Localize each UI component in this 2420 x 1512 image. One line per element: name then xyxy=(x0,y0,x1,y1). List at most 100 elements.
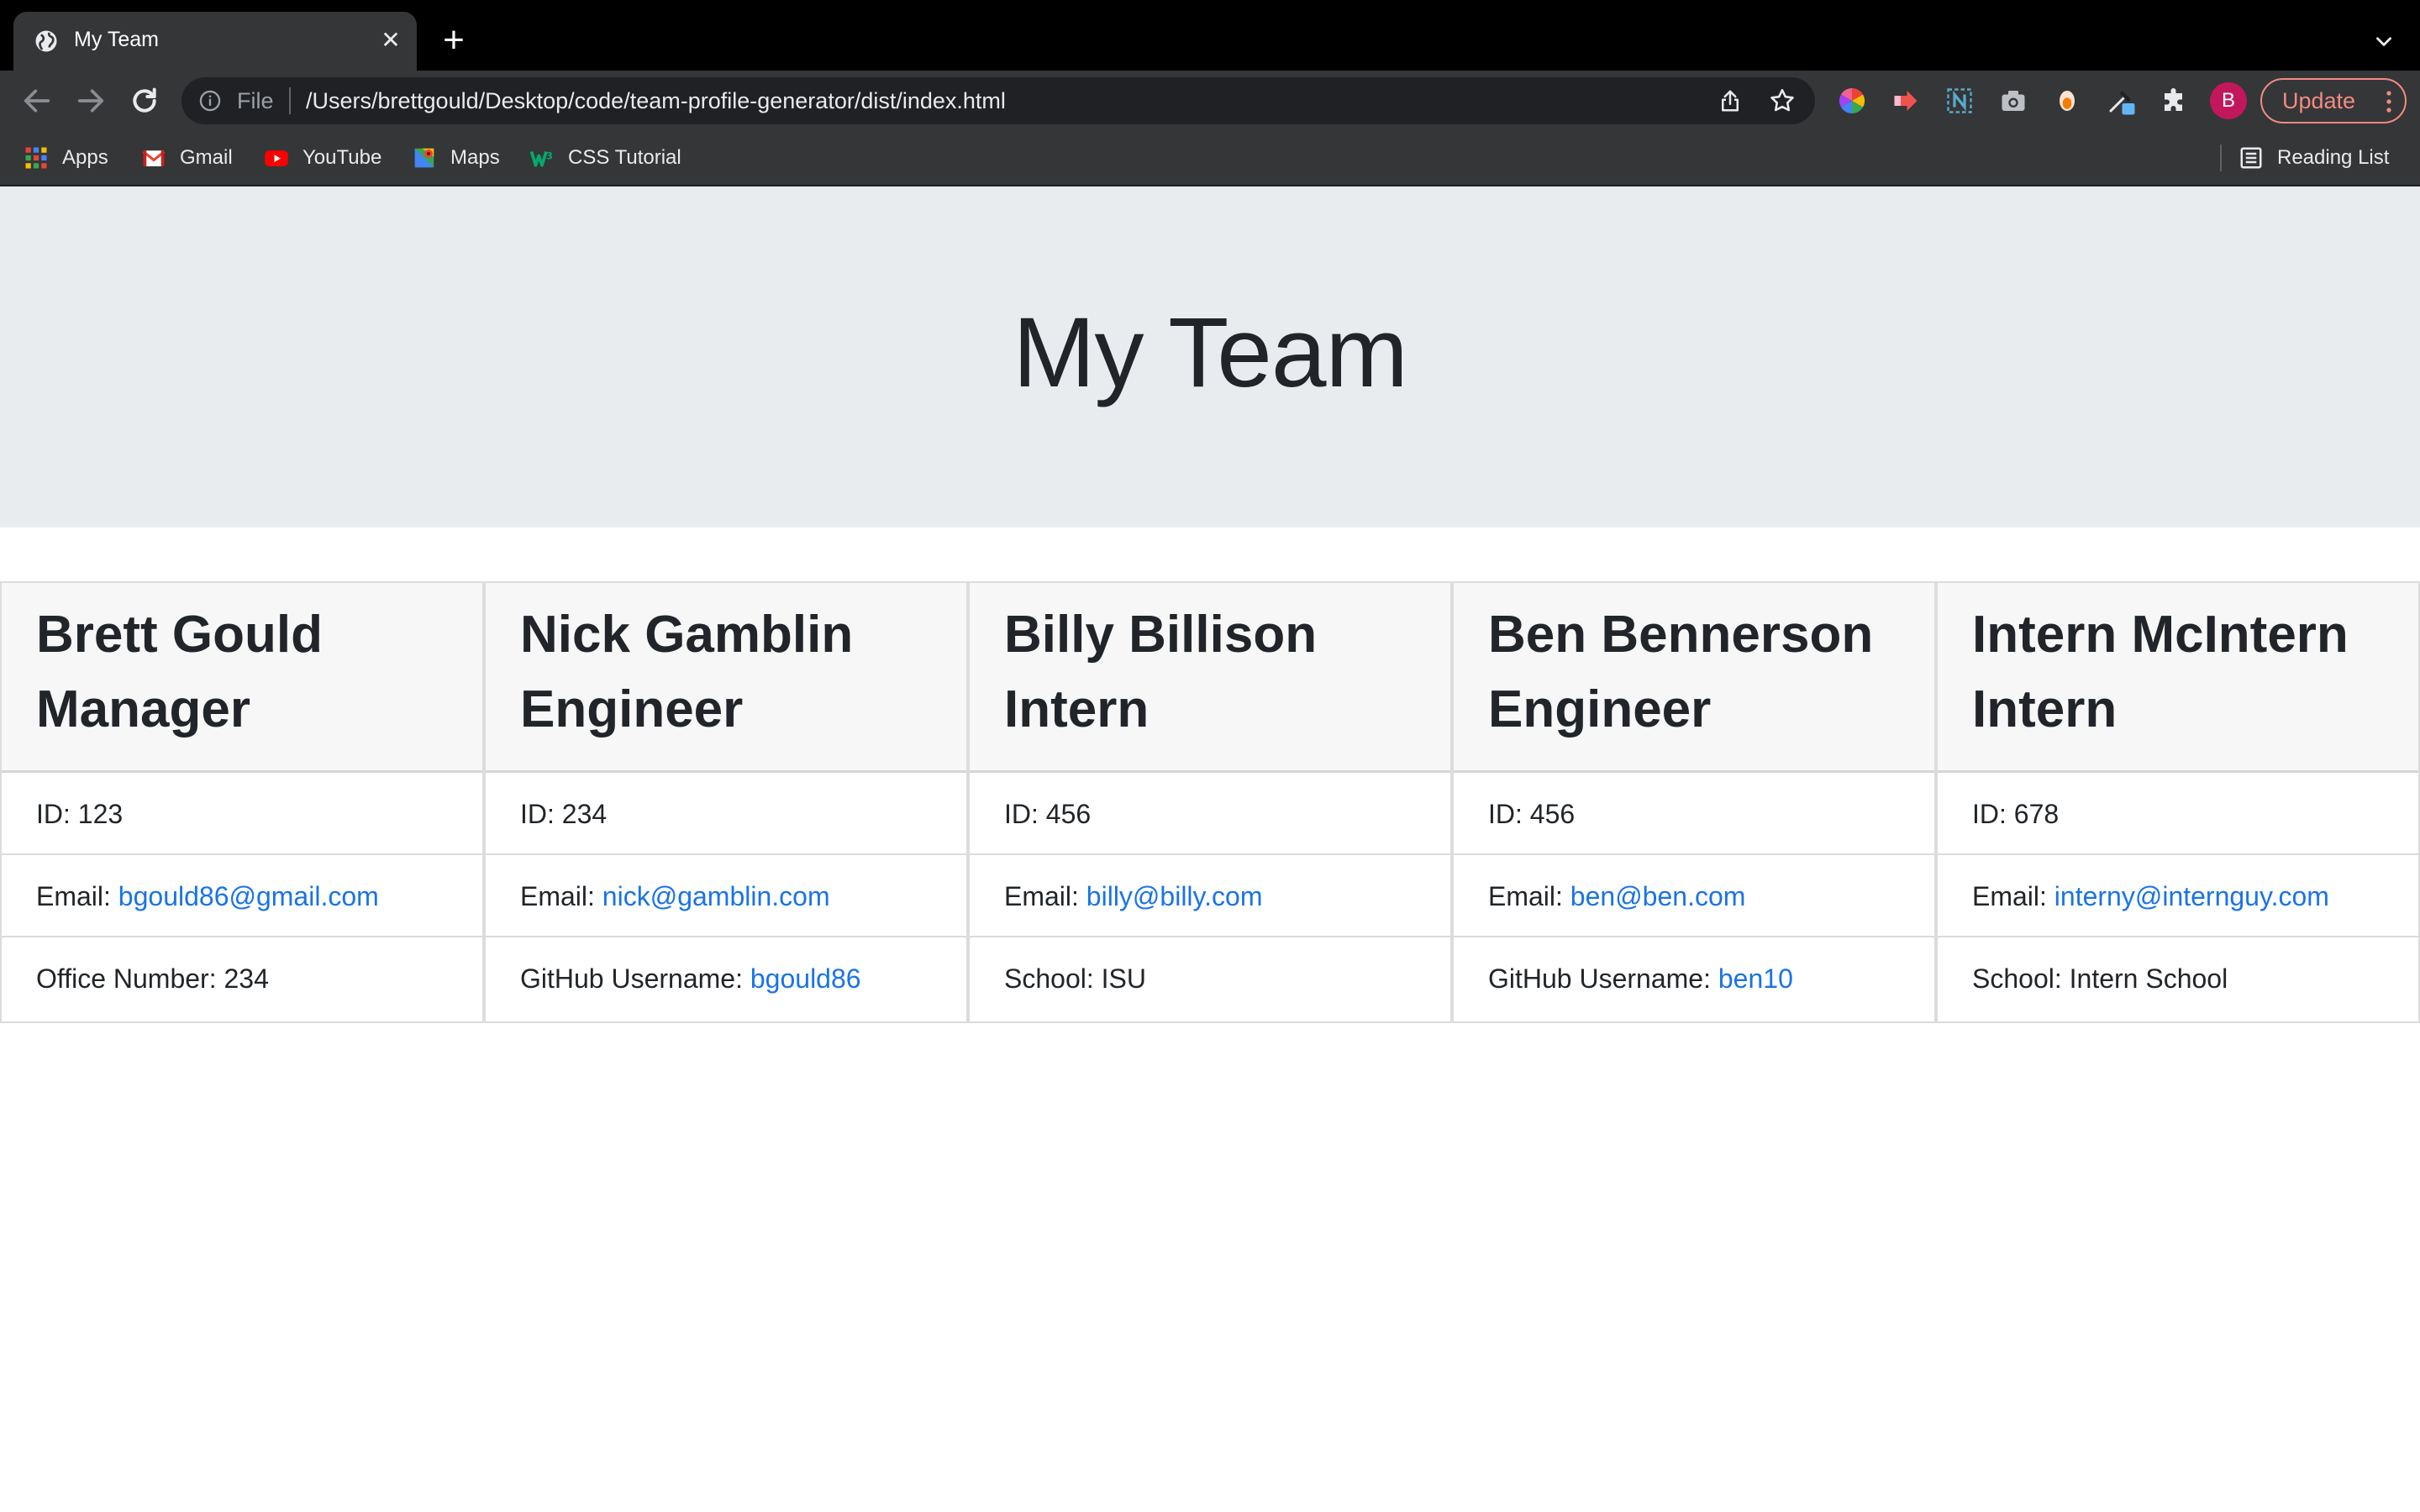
update-button[interactable]: Update xyxy=(2260,78,2407,123)
globe-icon xyxy=(35,30,57,52)
reading-list-label: Reading List xyxy=(2277,146,2390,169)
update-label: Update xyxy=(2282,88,2356,113)
employee-extra-row: School: ISU xyxy=(970,937,1450,1020)
profile-avatar[interactable]: B xyxy=(2210,82,2247,119)
share-icon[interactable] xyxy=(1718,87,1743,114)
jumbotron-header: My Team xyxy=(0,186,2420,528)
github-link[interactable]: bgould86 xyxy=(750,963,861,994)
email-link[interactable]: billy@billy.com xyxy=(1086,881,1263,911)
employee-extra-row: GitHub Username: ben10 xyxy=(1454,937,1934,1020)
employee-id-row: ID: 456 xyxy=(1454,773,1934,855)
employee-email-row: Email: interny@internguy.com xyxy=(1938,855,2418,937)
employee-email: Email: nick@gamblin.com xyxy=(520,881,830,912)
extra-label: Office Number: 234 xyxy=(36,963,269,994)
notion-extension-icon[interactable] xyxy=(1944,86,1975,116)
extra-label: GitHub Username: xyxy=(520,963,750,994)
email-label: Email: xyxy=(1488,881,1570,911)
employee-email: Email: ben@ben.com xyxy=(1488,881,1745,912)
employee-email-row: Email: bgould86@gmail.com xyxy=(2,855,482,937)
browser-tab-active[interactable]: My Team ✕ xyxy=(13,12,417,71)
school: School: ISU xyxy=(1004,963,1146,995)
employee-extra-row: GitHub Username: bgould86 xyxy=(486,937,966,1020)
email-link[interactable]: ben@ben.com xyxy=(1570,881,1746,911)
email-label: Email: xyxy=(1972,881,2054,911)
bookmark-gmail[interactable]: Gmail xyxy=(141,143,233,173)
employee-card: Ben Bennerson Engineer ID: 456 Email: be… xyxy=(1452,581,1936,1023)
eyedropper-extension-icon[interactable] xyxy=(2106,86,2136,116)
bookmark-star-icon[interactable] xyxy=(1768,87,1797,115)
bookmark-css-tutorial[interactable]: 3 CSS Tutorial xyxy=(529,143,681,173)
bookmark-maps[interactable]: Maps xyxy=(412,143,500,173)
forward-arrow-icon[interactable] xyxy=(74,84,108,118)
employee-email-row: Email: nick@gamblin.com xyxy=(486,855,966,937)
url-text[interactable]: /Users/brettgould/Desktop/code/team-prof… xyxy=(306,88,1006,114)
bookmark-apps[interactable]: Apps xyxy=(24,143,108,173)
employee-role: Intern xyxy=(1004,680,1150,738)
color-wheel-extension-icon[interactable] xyxy=(1837,86,1867,116)
employee-id: ID: 234 xyxy=(520,799,608,829)
extra-label: School: ISU xyxy=(1004,963,1146,994)
back-arrow-icon[interactable] xyxy=(20,84,54,118)
employee-id: ID: 123 xyxy=(36,799,124,829)
w3schools-icon: 3 xyxy=(529,150,553,167)
school: School: Intern School xyxy=(1972,963,2228,995)
bookmark-label: Apps xyxy=(62,146,108,169)
bookmarks-bar: Apps Gmail YouTube Maps 3 CSS Tutorial R… xyxy=(0,131,2420,186)
employee-name: Nick Gamblin xyxy=(520,606,854,664)
github-username: GitHub Username: bgould86 xyxy=(520,963,861,995)
email-label: Email: xyxy=(520,881,602,911)
puzzle-extensions-icon[interactable] xyxy=(2160,86,2190,116)
employee-email: Email: billy@billy.com xyxy=(1004,881,1263,912)
bulb-extension-icon[interactable] xyxy=(2052,86,2082,116)
extra-label: School: Intern School xyxy=(1972,963,2228,994)
employee-id: ID: 678 xyxy=(1972,799,2060,829)
bookmark-label: CSS Tutorial xyxy=(568,146,681,169)
email-link[interactable]: nick@gamblin.com xyxy=(602,881,830,911)
more-menu-icon[interactable] xyxy=(2386,90,2391,113)
maps-icon xyxy=(414,148,434,168)
employee-name: Brett Gould xyxy=(36,606,323,664)
card-header: Ben Bennerson Engineer xyxy=(1454,583,1934,773)
employee-id-row: ID: 678 xyxy=(1938,773,2418,855)
employee-name: Billy Billison xyxy=(1004,606,1318,664)
employee-extra-row: School: Intern School xyxy=(1938,937,2418,1020)
email-link[interactable]: interny@internguy.com xyxy=(2054,881,2329,911)
bookmarks-divider xyxy=(2220,144,2222,171)
camera-extension-icon[interactable] xyxy=(1998,86,2028,116)
employee-card: Nick Gamblin Engineer ID: 234 Email: nic… xyxy=(484,581,968,1023)
employee-role: Engineer xyxy=(520,680,744,738)
employee-name: Ben Bennerson xyxy=(1488,606,1874,664)
bookmark-label: YouTube xyxy=(302,146,382,169)
office-number: Office Number: 234 xyxy=(36,963,269,995)
employee-id-row: ID: 456 xyxy=(970,773,1450,855)
extra-label: GitHub Username: xyxy=(1488,963,1718,994)
github-link[interactable]: ben10 xyxy=(1718,963,1793,994)
team-cards: Brett Gould Manager ID: 123 Email: bgoul… xyxy=(0,581,2420,1023)
youtube-icon xyxy=(265,150,288,166)
employee-email-row: Email: billy@billy.com xyxy=(970,855,1450,937)
reading-list-button[interactable]: Reading List xyxy=(2238,143,2389,173)
employee-email-row: Email: ben@ben.com xyxy=(1454,855,1934,937)
employee-email: Email: interny@internguy.com xyxy=(1972,881,2329,912)
employee-role: Intern xyxy=(1972,680,2118,738)
employee-id-row: ID: 234 xyxy=(486,773,966,855)
new-tab-button[interactable]: + xyxy=(437,22,471,59)
bookmark-label: Maps xyxy=(450,146,500,169)
card-header: Billy Billison Intern xyxy=(970,583,1450,773)
tab-title: My Team xyxy=(74,28,159,51)
card-header: Intern McIntern Intern xyxy=(1938,583,2418,773)
employee-id: ID: 456 xyxy=(1488,799,1576,829)
tab-search-chevron-icon[interactable] xyxy=(2373,30,2395,52)
bookmark-youtube[interactable]: YouTube xyxy=(264,143,381,173)
reading-list-icon xyxy=(2240,147,2262,169)
card-header: Brett Gould Manager xyxy=(2,583,482,773)
omnibox-divider xyxy=(289,87,291,114)
reload-icon[interactable] xyxy=(128,84,161,118)
address-bar[interactable]: File /Users/brettgould/Desktop/code/team… xyxy=(182,77,1815,124)
email-link[interactable]: bgould86@gmail.com xyxy=(118,881,379,911)
info-icon[interactable] xyxy=(198,89,222,113)
red-arrow-extension-icon[interactable] xyxy=(1891,86,1921,116)
close-tab-icon[interactable]: ✕ xyxy=(376,26,405,55)
employee-role: Manager xyxy=(36,680,250,738)
browser-toolbar: File /Users/brettgould/Desktop/code/team… xyxy=(0,71,2420,131)
